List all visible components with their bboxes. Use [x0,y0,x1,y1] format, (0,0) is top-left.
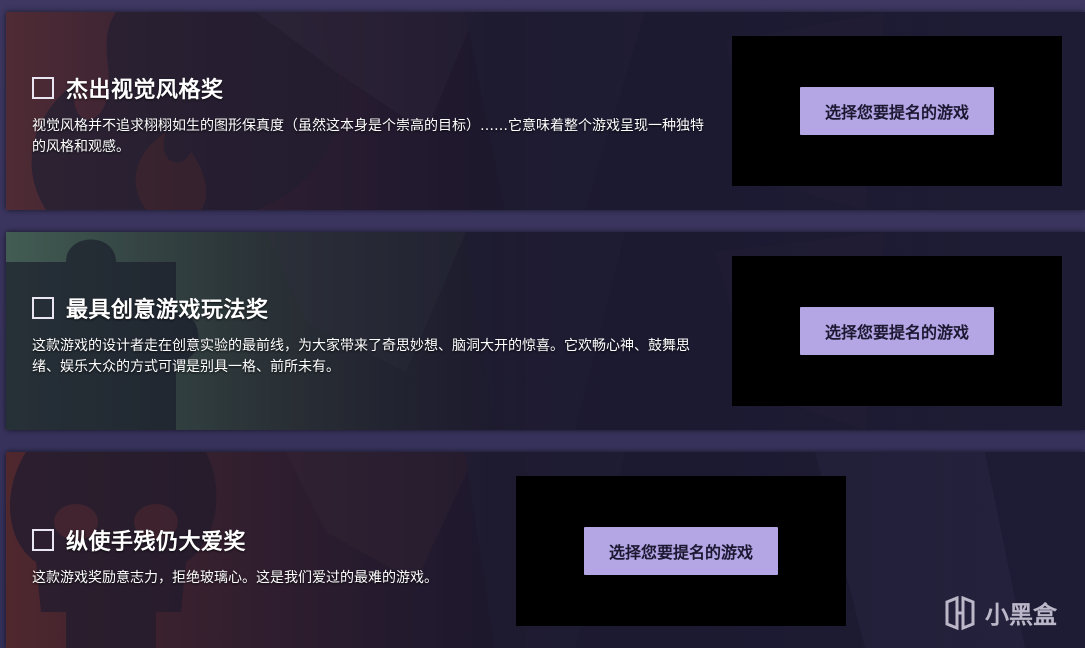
award-description: 这款游戏的设计者走在创意实验的最前线，为大家带来了奇思妙想、脑洞大开的惊喜。它欢… [32,338,690,375]
nominate-game-button[interactable]: 选择您要提名的游戏 [800,87,994,135]
award-card-innovative-gameplay: 最具创意游戏玩法奖 这款游戏的设计者走在创意实验的最前线，为大家带来了奇思妙想、… [6,232,1085,430]
page: 杰出视觉风格奖 视觉风格并不追求栩栩如生的图形保真度（虽然这本身是个崇高的目标）… [0,0,1085,648]
award-card-visual-style: 杰出视觉风格奖 视觉风格并不追求栩栩如生的图形保真度（虽然这本身是个崇高的目标）… [6,12,1085,210]
award-checkbox[interactable] [32,77,54,99]
award-title: 杰出视觉风格奖 [66,78,224,103]
award-title: 纵使手残仍大爱奖 [66,530,247,555]
nominee-slot: 选择您要提名的游戏 [732,36,1062,186]
nominee-slot: 选择您要提名的游戏 [516,476,846,626]
nominee-slot: 选择您要提名的游戏 [732,256,1062,406]
nominate-game-button[interactable]: 选择您要提名的游戏 [800,307,994,355]
nominate-game-button[interactable]: 选择您要提名的游戏 [584,527,778,575]
watermark-label: 小黑盒 [985,601,1057,629]
watermark: 小黑盒 [943,595,1057,630]
heybox-logo-icon [945,595,975,630]
award-card-labor-of-love: 纵使手残仍大爱奖 这款游戏奖励意志力，拒绝玻璃心。这是我们爱过的最难的游戏。 选… [6,452,1085,648]
award-checkbox[interactable] [32,297,54,319]
award-title: 最具创意游戏玩法奖 [66,298,269,323]
award-checkbox[interactable] [32,529,54,551]
award-info: 最具创意游戏玩法奖 这款游戏的设计者走在创意实验的最前线，为大家带来了奇思妙想、… [32,292,722,378]
award-description: 视觉风格并不追求栩栩如生的图形保真度（虽然这本身是个崇高的目标）……它意味着整个… [32,118,704,155]
award-info: 杰出视觉风格奖 视觉风格并不追求栩栩如生的图形保真度（虽然这本身是个崇高的目标）… [32,72,722,158]
